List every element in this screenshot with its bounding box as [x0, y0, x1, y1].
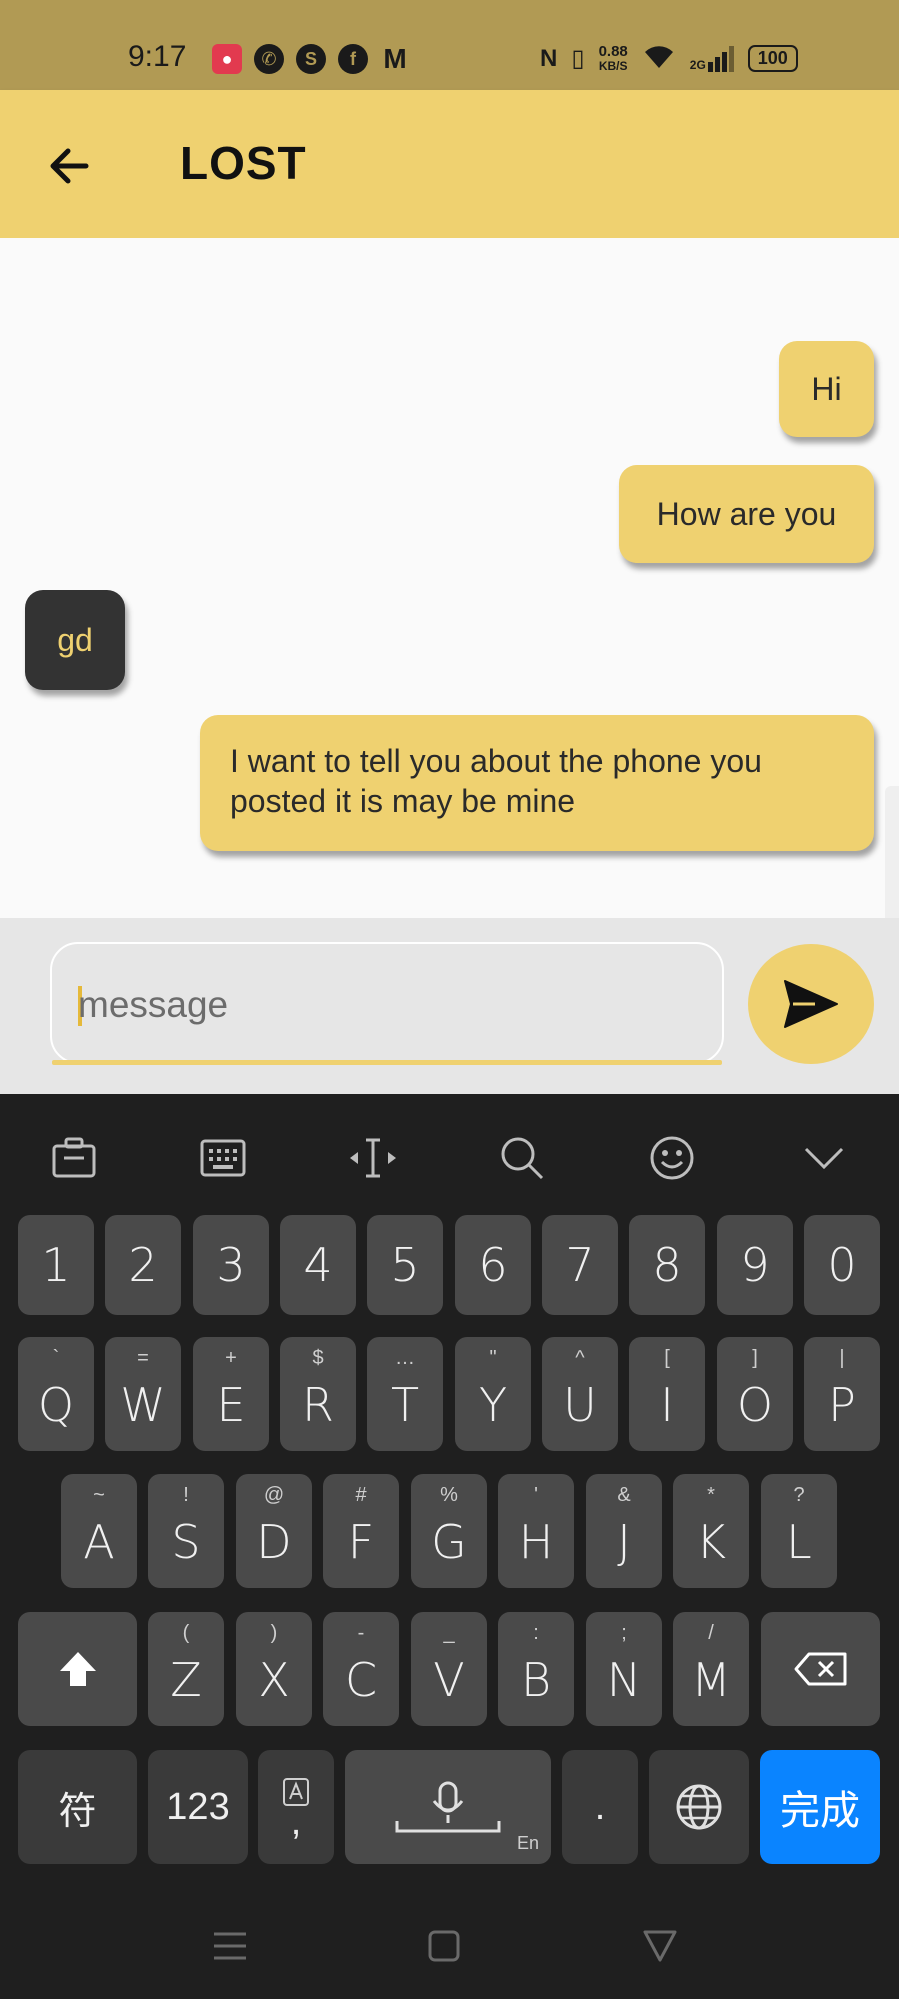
- page-title: LOST: [180, 137, 307, 189]
- composer-bar: message: [0, 918, 899, 1094]
- key-3[interactable]: 3: [193, 1215, 269, 1315]
- net-speed-unit: KB/S: [598, 58, 628, 73]
- key-y[interactable]: " Y: [455, 1337, 531, 1451]
- app-bar: LOST: [0, 90, 899, 238]
- input-underline: [52, 1060, 722, 1065]
- key-7[interactable]: 7: [542, 1215, 618, 1315]
- key-4[interactable]: 4: [280, 1215, 356, 1315]
- message-text: gd: [57, 621, 93, 658]
- key-l[interactable]: ? L: [761, 1474, 837, 1588]
- key-j[interactable]: & J: [586, 1474, 662, 1588]
- back-nav-icon[interactable]: [640, 1926, 680, 1966]
- message-bubble-outgoing[interactable]: How are you: [619, 465, 874, 563]
- cell-signal: 2G: [689, 45, 734, 72]
- done-key[interactable]: 完成: [760, 1750, 880, 1864]
- screen-record-icon: ●: [212, 44, 242, 74]
- wifi-icon: [642, 42, 676, 75]
- key-n[interactable]: ; N: [586, 1612, 662, 1726]
- key-m[interactable]: / M: [673, 1612, 749, 1726]
- key-8[interactable]: 8: [629, 1215, 705, 1315]
- language-key[interactable]: [649, 1750, 749, 1864]
- key-i[interactable]: [I: [629, 1337, 705, 1451]
- key-0[interactable]: 0: [804, 1215, 880, 1315]
- cursor-icon[interactable]: [343, 1128, 403, 1188]
- send-icon: [784, 980, 838, 1028]
- status-right: N ▯ 0.88 KB/S 2G 100: [540, 42, 798, 75]
- battery: 100: [747, 45, 798, 72]
- space-language: En: [516, 1833, 539, 1853]
- key-9[interactable]: 9: [717, 1215, 793, 1315]
- net-speed: 0.88 KB/S: [599, 44, 628, 74]
- key-u[interactable]: ^ U: [542, 1337, 618, 1451]
- period-key[interactable]: .: [562, 1750, 638, 1864]
- key-1[interactable]: 1: [18, 1215, 94, 1315]
- home-icon[interactable]: [424, 1926, 464, 1966]
- key-d[interactable]: @ D: [236, 1474, 312, 1588]
- message-bubble-incoming[interactable]: gd: [25, 590, 125, 690]
- signal-label: 2G: [689, 57, 706, 72]
- key-b[interactable]: :B: [498, 1612, 574, 1726]
- search-icon[interactable]: [492, 1128, 552, 1188]
- message-placeholder: message: [78, 984, 229, 1025]
- message-text: I want to tell you about the phone you p…: [230, 743, 762, 819]
- nfc-icon: N: [540, 44, 558, 72]
- menu-icon[interactable]: [210, 1926, 250, 1966]
- key-5[interactable]: 5: [367, 1215, 443, 1315]
- key-h[interactable]: ' H: [498, 1474, 574, 1588]
- message-text: Hi: [811, 370, 842, 407]
- arrow-back-icon: [50, 148, 89, 184]
- key-e[interactable]: + E: [193, 1337, 269, 1451]
- key-a[interactable]: ~ A: [61, 1474, 137, 1588]
- key-f[interactable]: # F: [323, 1474, 399, 1588]
- send-button[interactable]: [748, 944, 874, 1064]
- key-o[interactable]: ] O: [717, 1337, 793, 1451]
- facebook-icon: f: [338, 44, 368, 74]
- clipboard-icon[interactable]: [44, 1128, 104, 1188]
- emoji-icon[interactable]: [642, 1128, 702, 1188]
- numbers-key[interactable]: 123: [148, 1750, 248, 1864]
- microphone-icon: [395, 1781, 501, 1833]
- chat-messages[interactable]: Hi How are you gd I want to tell you abo…: [0, 238, 899, 986]
- net-speed-value: 0.88: [598, 42, 628, 60]
- key-z[interactable]: (Z: [148, 1612, 224, 1726]
- vibrate-icon: ▯: [571, 45, 585, 72]
- shift-icon: [59, 1652, 96, 1686]
- soft-keyboard: 1 2 3 4 5 6 7 8 9 0 ` Q = W + E $ R … T " Y ^ U…: [0, 1094, 899, 1999]
- status-bar: 9:17 ● ✆ S f M N ▯ 0.88 KB/S 2G 100: [0, 0, 899, 90]
- space-key[interactable]: En: [345, 1750, 551, 1864]
- message-text: How are you: [656, 495, 837, 532]
- key-6[interactable]: 6: [455, 1215, 531, 1315]
- key-q[interactable]: ` Q: [18, 1337, 94, 1451]
- message-bubble-outgoing[interactable]: I want to tell you about the phone you p…: [200, 715, 874, 851]
- symbols-key[interactable]: 符: [18, 1750, 137, 1864]
- notification-icons: ● ✆ S f M: [212, 43, 410, 74]
- key-2[interactable]: 2: [105, 1215, 181, 1315]
- keyboard-icon[interactable]: [193, 1128, 253, 1188]
- key-k[interactable]: * K: [673, 1474, 749, 1588]
- whatsapp-icon: ✆: [254, 44, 284, 74]
- key-r[interactable]: $ R: [280, 1337, 356, 1451]
- key-w[interactable]: = W: [105, 1337, 181, 1451]
- collapse-icon[interactable]: [794, 1128, 854, 1188]
- key-c[interactable]: -C: [323, 1612, 399, 1726]
- gmail-icon: M: [383, 43, 407, 74]
- status-time: 9:17: [128, 40, 187, 73]
- key-g[interactable]: % G: [411, 1474, 487, 1588]
- shift-key[interactable]: [18, 1612, 137, 1726]
- skype-icon: S: [296, 44, 326, 74]
- back-button[interactable]: [40, 136, 100, 196]
- comma-key[interactable]: ,: [258, 1750, 334, 1864]
- key-v[interactable]: _ V: [411, 1612, 487, 1726]
- globe-icon: [676, 1784, 722, 1830]
- backspace-icon: [794, 1652, 846, 1686]
- key-t[interactable]: … T: [367, 1337, 443, 1451]
- backspace-key[interactable]: [761, 1612, 880, 1726]
- message-bubble-outgoing[interactable]: Hi: [779, 341, 874, 437]
- key-p[interactable]: | P: [804, 1337, 880, 1451]
- signal-bars-icon: [707, 45, 734, 72]
- key-x[interactable]: ) X: [236, 1612, 312, 1726]
- key-s[interactable]: ! S: [148, 1474, 224, 1588]
